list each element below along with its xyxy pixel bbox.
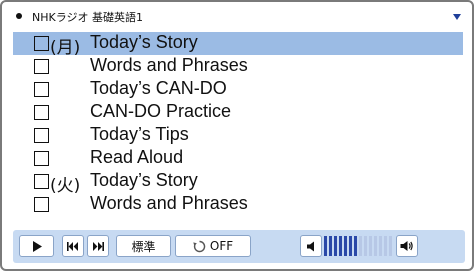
checkbox[interactable] — [34, 59, 49, 74]
skip-previous-button[interactable] — [62, 235, 84, 257]
play-button[interactable] — [19, 235, 54, 257]
item-label: Words and Phrases — [90, 193, 248, 213]
episode-list: (月) Today’s Story Words and Phrases Toda… — [13, 32, 463, 216]
checkbox[interactable] — [34, 197, 49, 212]
triangle-down-icon[interactable] — [450, 9, 464, 23]
volume-segment — [354, 236, 357, 256]
player-window: NHKラジオ 基礎英語1 (月) Today’s Story Words and… — [0, 0, 474, 271]
list-item[interactable]: CAN-DO Practice — [13, 101, 463, 124]
item-label: Words and Phrases — [90, 55, 248, 75]
header-bar: NHKラジオ 基礎英語1 — [8, 7, 468, 29]
playback-controls: 標準 OFF — [13, 230, 465, 263]
list-item[interactable]: (火) Today’s Story — [13, 170, 463, 196]
checkbox[interactable] — [34, 36, 49, 51]
volume-segment — [329, 236, 332, 256]
list-item[interactable]: Words and Phrases — [13, 193, 463, 216]
repeat-button[interactable]: OFF — [175, 235, 251, 257]
list-item[interactable]: Read Aloud — [13, 147, 463, 170]
volume-up-button[interactable] — [396, 235, 418, 257]
item-label: Read Aloud — [90, 147, 184, 167]
list-item[interactable]: Today’s Tips — [13, 124, 463, 147]
repeat-icon — [193, 240, 206, 253]
volume-segment — [324, 236, 327, 256]
volume-segment — [374, 236, 377, 256]
volume-segment — [369, 236, 372, 256]
skip-previous-icon — [67, 241, 79, 251]
list-item[interactable]: Words and Phrases — [13, 55, 463, 78]
play-icon — [32, 240, 42, 252]
list-item[interactable]: Today’s CAN-DO — [13, 78, 463, 101]
item-label: Today’s CAN-DO — [90, 78, 227, 98]
volume-segment — [379, 236, 382, 256]
program-title: NHKラジオ 基礎英語1 — [32, 11, 143, 24]
volume-segment — [334, 236, 337, 256]
speed-label: 標準 — [131, 239, 156, 254]
volume-down-icon — [306, 237, 316, 256]
bullet-dot-icon — [16, 13, 22, 19]
volume-level-bar[interactable] — [324, 236, 394, 256]
volume-segment — [384, 236, 387, 256]
volume-control[interactable] — [300, 235, 420, 257]
speed-button[interactable]: 標準 — [116, 235, 171, 257]
checkbox[interactable] — [34, 128, 49, 143]
volume-down-button[interactable] — [300, 235, 322, 257]
item-label: CAN-DO Practice — [90, 101, 232, 121]
checkbox[interactable] — [34, 105, 49, 120]
item-label: Today’s Story — [90, 170, 198, 190]
checkbox[interactable] — [34, 82, 49, 97]
volume-segment — [359, 236, 362, 256]
skip-next-button[interactable] — [87, 235, 109, 257]
checkbox[interactable] — [34, 151, 49, 166]
list-item[interactable]: (月) Today’s Story — [13, 32, 463, 58]
item-label: Today’s Tips — [90, 124, 189, 144]
volume-segment — [339, 236, 342, 256]
volume-segment — [349, 236, 352, 256]
volume-segment — [389, 236, 392, 256]
volume-segment — [344, 236, 347, 256]
volume-segment — [364, 236, 367, 256]
item-label: Today’s Story — [90, 32, 198, 52]
skip-next-icon — [92, 241, 104, 251]
volume-up-icon — [400, 237, 414, 256]
checkbox[interactable] — [34, 174, 49, 189]
repeat-label: OFF — [209, 239, 234, 253]
